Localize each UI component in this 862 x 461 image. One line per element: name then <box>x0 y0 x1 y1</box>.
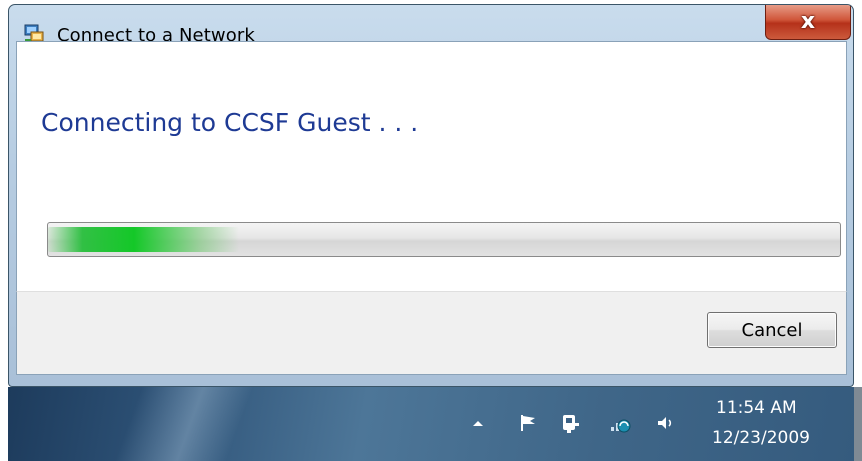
clock-date[interactable]: 12/23/2009 <box>712 428 810 448</box>
cancel-button[interactable]: Cancel <box>707 312 837 348</box>
show-hidden-icons-arrow-icon[interactable] <box>466 411 490 435</box>
clock-time[interactable]: 11:54 AM <box>716 398 797 418</box>
connect-to-network-window: Connect to a Network x Connecting to CCS… <box>8 4 854 387</box>
progress-bar-fill <box>48 227 239 252</box>
network-icon[interactable] <box>608 411 632 435</box>
taskbar: 11:54 AM 12/23/2009 <box>8 387 854 461</box>
connection-progress-bar <box>47 222 841 257</box>
connecting-status-heading: Connecting to CCSF Guest . . . <box>41 108 419 137</box>
dialog-footer: Cancel <box>16 291 847 375</box>
action-center-flag-icon[interactable] <box>516 411 540 435</box>
desktop-edge <box>854 387 862 461</box>
close-button[interactable]: x <box>765 5 851 40</box>
close-icon: x <box>800 8 816 34</box>
power-plug-icon[interactable] <box>558 411 582 435</box>
volume-icon[interactable] <box>654 411 678 435</box>
dialog-content: Connecting to CCSF Guest . . . <box>16 41 847 291</box>
